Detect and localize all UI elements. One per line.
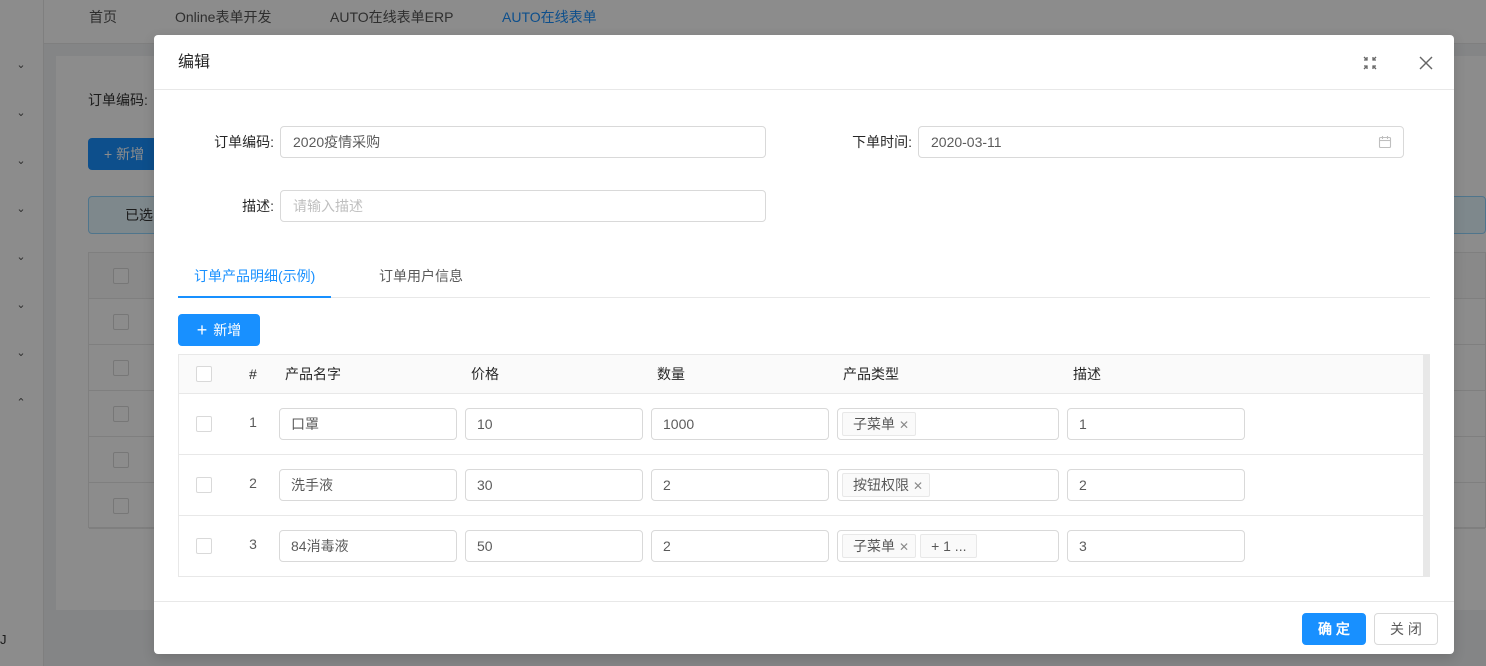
header-price: 价格 [471,366,499,382]
type-tag-label: 子菜单 [853,416,895,432]
edit-modal: 编辑 订单编码: 2020疫情采购 下单时间: 2020-03-11 描述: 请… [154,35,1454,654]
calendar-icon [1378,136,1392,149]
description-input[interactable]: 2 [1067,469,1245,501]
price-input[interactable]: 50 [465,530,643,562]
product-name-input[interactable]: 84消毒液 [279,530,457,562]
product-type-select[interactable]: 子菜单 ✕ [837,408,1059,440]
add-row-button[interactable]: + 新增 [178,314,260,346]
header-description: 描述 [1073,366,1101,382]
close-icon[interactable] [1416,53,1436,73]
quantity-input[interactable]: 2 [651,530,829,562]
table-header: # 产品名字 价格 数量 产品类型 描述 [179,355,1423,394]
quantity-input[interactable]: 1000 [651,408,829,440]
type-tag-label: 子菜单 [853,538,895,554]
table-row: 1 口罩 10 1000 子菜单 ✕ 1 [179,394,1423,455]
header-index: # [249,366,257,382]
product-name-input[interactable]: 洗手液 [279,469,457,501]
add-row-label: 新增 [213,322,242,338]
modal-footer: 确 定 关 闭 [154,601,1454,654]
row-index: 3 [249,536,257,552]
tabs-bar: 订单产品明细(示例) 订单用户信息 [178,258,1430,298]
row-checkbox[interactable] [196,416,212,432]
tab-ink-bar [178,296,331,298]
order-code-label: 订单编码: [214,134,274,150]
description-input[interactable]: 1 [1067,408,1245,440]
modal-title: 编辑 [178,54,211,71]
product-type-select[interactable]: 子菜单 ✕ + 1 ... [837,530,1059,562]
quantity-input[interactable]: 2 [651,469,829,501]
price-input[interactable]: 10 [465,408,643,440]
tag-close-icon[interactable]: ✕ [899,418,909,432]
more-tags-indicator[interactable]: + 1 ... [920,534,978,558]
modal-body: 订单编码: 2020疫情采购 下单时间: 2020-03-11 描述: 请输入描… [154,90,1454,601]
ok-button[interactable]: 确 定 [1302,613,1366,645]
type-tag: 子菜单 ✕ [842,534,917,558]
table-row: 3 84消毒液 50 2 子菜单 ✕ + 1 ... 3 [179,516,1423,577]
close-button[interactable]: 关 闭 [1374,613,1438,645]
type-tag: 按钮权限 ✕ [842,473,931,497]
header-product-type: 产品类型 [843,366,899,382]
header-quantity: 数量 [657,366,685,382]
select-all-checkbox[interactable] [196,366,212,382]
order-time-label: 下单时间: [852,134,912,150]
product-type-select[interactable]: 按钮权限 ✕ [837,469,1059,501]
product-table: # 产品名字 价格 数量 产品类型 描述 1 口罩 10 1000 子菜单 ✕ 1 [178,354,1430,577]
order-time-value: 2020-03-11 [931,134,1002,150]
type-tag: 子菜单 ✕ [842,412,917,436]
tab-order-products[interactable]: 订单产品明细(示例) [178,258,331,298]
header-product-name: 产品名字 [285,366,341,382]
desc-input[interactable]: 请输入描述 [280,190,766,222]
desc-label: 描述: [242,198,274,214]
type-tag-label: 按钮权限 [853,477,909,493]
table-scrollbar[interactable] [1423,355,1429,576]
row-checkbox[interactable] [196,538,212,554]
product-name-input[interactable]: 口罩 [279,408,457,440]
fullscreen-exit-icon[interactable] [1360,53,1380,73]
order-code-input[interactable]: 2020疫情采购 [280,126,766,158]
order-time-picker[interactable]: 2020-03-11 [918,126,1404,158]
table-row: 2 洗手液 30 2 按钮权限 ✕ 2 [179,455,1423,516]
modal-header: 编辑 [154,35,1454,90]
row-index: 1 [249,414,257,430]
row-index: 2 [249,475,257,491]
row-checkbox[interactable] [196,477,212,493]
tag-close-icon[interactable]: ✕ [899,540,909,554]
tag-close-icon[interactable]: ✕ [913,479,923,493]
tab-order-users[interactable]: 订单用户信息 [363,258,479,298]
plus-icon: + [196,320,208,340]
description-input[interactable]: 3 [1067,530,1245,562]
price-input[interactable]: 30 [465,469,643,501]
